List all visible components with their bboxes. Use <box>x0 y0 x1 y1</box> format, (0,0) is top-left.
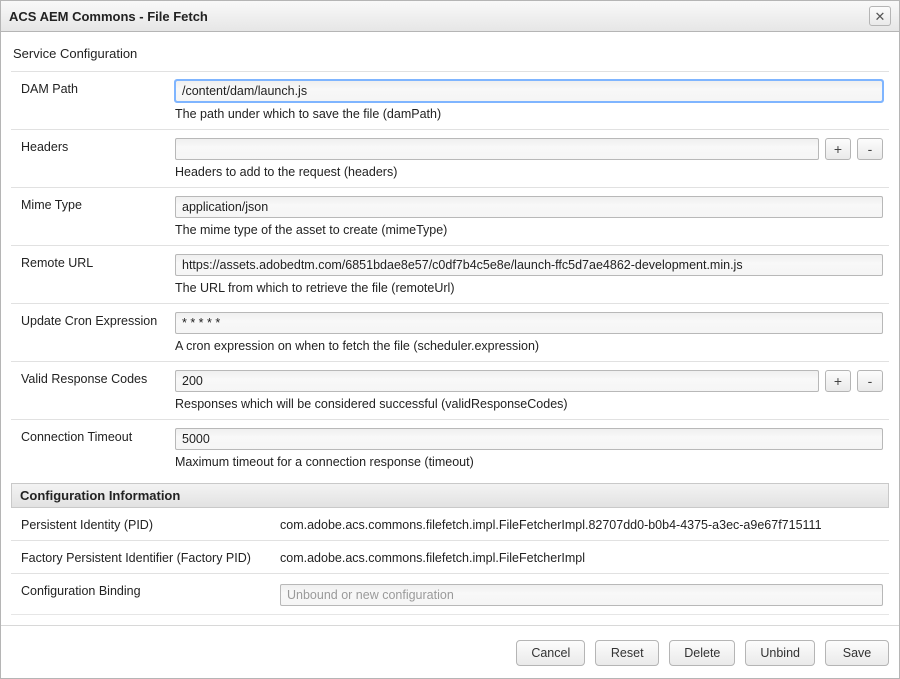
close-icon: ✕ <box>875 10 886 23</box>
valid-codes-add-button[interactable]: + <box>825 370 851 392</box>
timeout-desc: Maximum timeout for a connection respons… <box>175 455 883 469</box>
binding-input <box>280 584 883 606</box>
binding-label: Configuration Binding <box>21 582 276 606</box>
dialog-footer: Cancel Reset Delete Unbind Save <box>1 625 899 678</box>
cron-input[interactable] <box>175 312 883 334</box>
dam-path-label: DAM Path <box>21 80 171 121</box>
headers-add-button[interactable]: + <box>825 138 851 160</box>
fpid-value: com.adobe.acs.commons.filefetch.impl.Fil… <box>280 549 883 565</box>
dialog-content: Service Configuration DAM Path The path … <box>1 32 899 625</box>
remote-url-label: Remote URL <box>21 254 171 295</box>
titlebar: ACS AEM Commons - File Fetch ✕ <box>1 1 899 32</box>
valid-codes-desc: Responses which will be considered succe… <box>175 397 883 411</box>
fpid-label: Factory Persistent Identifier (Factory P… <box>21 549 276 565</box>
field-headers: Headers + - Headers to add to the reques… <box>11 129 889 187</box>
headers-desc: Headers to add to the request (headers) <box>175 165 883 179</box>
field-remote-url: Remote URL The URL from which to retriev… <box>11 245 889 303</box>
timeout-label: Connection Timeout <box>21 428 171 469</box>
close-button[interactable]: ✕ <box>869 6 891 26</box>
headers-input[interactable] <box>175 138 819 160</box>
timeout-input[interactable] <box>175 428 883 450</box>
valid-codes-input[interactable] <box>175 370 819 392</box>
mime-type-label: Mime Type <box>21 196 171 237</box>
cron-desc: A cron expression on when to fetch the f… <box>175 339 883 353</box>
field-timeout: Connection Timeout Maximum timeout for a… <box>11 419 889 477</box>
delete-button[interactable]: Delete <box>669 640 735 666</box>
cancel-button[interactable]: Cancel <box>516 640 585 666</box>
config-dialog: ACS AEM Commons - File Fetch ✕ Service C… <box>0 0 900 679</box>
reset-button[interactable]: Reset <box>595 640 659 666</box>
field-valid-codes: Valid Response Codes + - Responses which… <box>11 361 889 419</box>
field-dam-path: DAM Path The path under which to save th… <box>11 71 889 129</box>
remote-url-desc: The URL from which to retrieve the file … <box>175 281 883 295</box>
dialog-title: ACS AEM Commons - File Fetch <box>9 9 208 24</box>
pid-label: Persistent Identity (PID) <box>21 516 276 532</box>
headers-remove-button[interactable]: - <box>857 138 883 160</box>
pid-value: com.adobe.acs.commons.filefetch.impl.Fil… <box>280 516 883 532</box>
unbind-button[interactable]: Unbind <box>745 640 815 666</box>
fpid-row: Factory Persistent Identifier (Factory P… <box>11 540 889 573</box>
valid-codes-remove-button[interactable]: - <box>857 370 883 392</box>
minus-icon: - <box>868 142 873 156</box>
binding-row: Configuration Binding <box>11 573 889 614</box>
dialog-subtitle: Service Configuration <box>13 46 889 61</box>
pid-row: Persistent Identity (PID) com.adobe.acs.… <box>11 508 889 540</box>
minus-icon: - <box>868 374 873 388</box>
plus-icon: + <box>834 142 842 156</box>
valid-codes-label: Valid Response Codes <box>21 370 171 411</box>
save-button[interactable]: Save <box>825 640 889 666</box>
field-mime-type: Mime Type The mime type of the asset to … <box>11 187 889 245</box>
config-info-header: Configuration Information <box>11 483 889 508</box>
plus-icon: + <box>834 374 842 388</box>
field-cron: Update Cron Expression A cron expression… <box>11 303 889 361</box>
dam-path-input[interactable] <box>175 80 883 102</box>
dam-path-desc: The path under which to save the file (d… <box>175 107 883 121</box>
cron-label: Update Cron Expression <box>21 312 171 353</box>
remote-url-input[interactable] <box>175 254 883 276</box>
mime-type-desc: The mime type of the asset to create (mi… <box>175 223 883 237</box>
mime-type-input[interactable] <box>175 196 883 218</box>
headers-label: Headers <box>21 138 171 179</box>
